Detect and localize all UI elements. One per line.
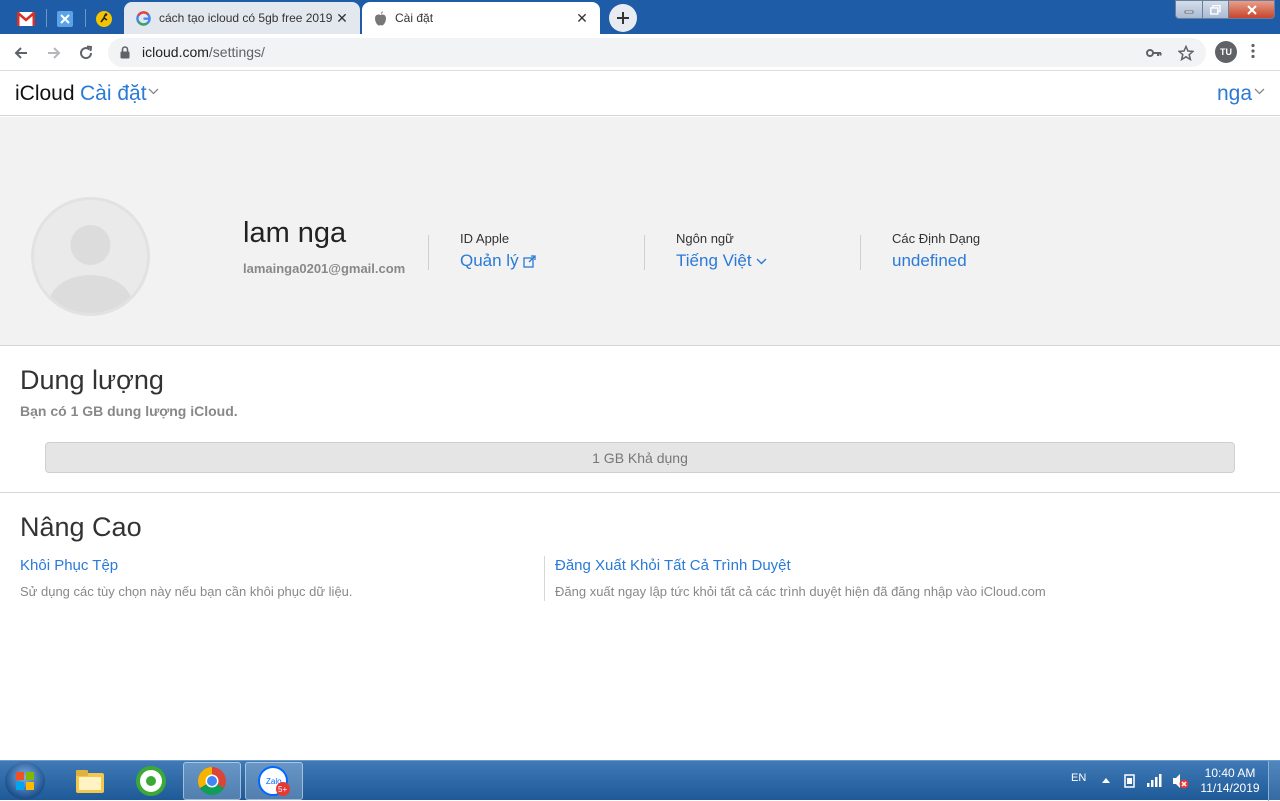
pinned-tab-app[interactable] (84, 3, 124, 34)
user-full-name: lam nga (243, 217, 347, 249)
chevron-down-icon[interactable] (148, 88, 159, 95)
profile-avatar-button[interactable]: TU (1215, 41, 1237, 63)
browser-toolbar: icloud.com/settings/ (0, 34, 1280, 71)
tab-title: cách tạo icloud có 5gb free 2019 (159, 11, 333, 25)
device-icon[interactable] (1123, 773, 1137, 789)
chevron-down-icon[interactable] (1254, 88, 1265, 95)
user-menu[interactable]: nga (1217, 82, 1252, 106)
star-icon (1178, 45, 1194, 61)
storage-available-label: 1 GB Khả dụng (592, 449, 688, 466)
address-bar[interactable]: icloud.com/settings/ (108, 38, 1206, 67)
taskbar-coccoc[interactable] (122, 762, 180, 800)
app-switcher[interactable]: Cài đặt (80, 82, 147, 106)
reload-button[interactable] (73, 40, 99, 66)
icloud-header: iCloud Cài đặt nga (0, 72, 1280, 116)
storage-subtitle: Bạn có 1 GB dung lượng iCloud. (20, 403, 238, 419)
restore-files-link[interactable]: Khôi Phục Tệp (20, 557, 118, 574)
apple-id-block: ID Apple Quản lý (460, 231, 536, 271)
signal-icon[interactable] (1146, 773, 1164, 787)
url-text: icloud.com/settings/ (142, 44, 265, 60)
taskbar-chrome[interactable] (183, 762, 241, 800)
sign-out-all-browsers-link[interactable]: Đăng Xuất Khỏi Tất Cả Trình Duyệt (555, 557, 791, 574)
sign-out-description: Đăng xuất ngay lập tức khỏi tất cả các t… (555, 584, 1046, 599)
apple-id-label: ID Apple (460, 231, 510, 246)
formats-block: Các Định Dạng undefined (892, 231, 980, 271)
reload-icon (80, 45, 93, 60)
formats-label: Các Định Dạng (892, 231, 981, 246)
password-key-button[interactable] (1145, 44, 1163, 62)
minimize-icon (1184, 10, 1194, 13)
system-clock[interactable]: 10:40 AM 11/14/2019 (1196, 766, 1264, 796)
input-language-indicator[interactable]: EN (1071, 772, 1086, 784)
lock-icon (120, 46, 130, 59)
zalo-icon: Zalo5+ (258, 766, 290, 796)
language-block: Ngôn ngữ Tiếng Việt (676, 231, 767, 271)
key-icon (1146, 49, 1162, 57)
formats-select[interactable]: undefined (892, 251, 980, 271)
gmail-icon (17, 11, 35, 26)
folder-icon (76, 770, 104, 793)
restore-icon (1210, 4, 1221, 15)
arrow-left-icon (14, 47, 27, 59)
icloud-logo-text: iCloud (15, 82, 75, 105)
runner-icon (96, 10, 112, 27)
apple-icon (375, 10, 386, 25)
storage-title: Dung lượng (20, 365, 164, 395)
storage-bar: 1 GB Khả dụng (45, 442, 1235, 473)
chevron-down-icon (756, 258, 767, 264)
external-link-icon (522, 254, 536, 268)
browser-tab-strip: cách tạo icloud có 5gb free 2019 ✕ Cài đ… (0, 0, 1280, 34)
pinned-tab-gmail[interactable] (6, 3, 46, 34)
pinned-tab-tools[interactable] (45, 3, 85, 34)
tab-settings[interactable]: Cài đặt ✕ (362, 2, 600, 34)
new-tab-button[interactable] (609, 4, 637, 32)
show-desktop-button[interactable] (1268, 761, 1280, 801)
tab-title: Cài đặt (395, 11, 434, 25)
close-icon[interactable]: ✕ (334, 10, 350, 26)
close-icon (1246, 4, 1257, 15)
svg-text:5+: 5+ (278, 785, 287, 794)
manage-apple-id-link[interactable]: Quản lý (460, 251, 536, 271)
user-email: lamainga0201@gmail.com (243, 261, 406, 276)
maximize-button[interactable] (1202, 0, 1229, 19)
taskbar-zalo[interactable]: Zalo 5+ (245, 762, 303, 800)
more-vertical-icon[interactable] (1250, 43, 1256, 59)
profile-section: lam nga lamainga0201@gmail.com ID Apple … (0, 117, 1280, 346)
advanced-title: Nâng Cao (20, 512, 142, 542)
back-button[interactable] (8, 40, 34, 66)
chrome-icon (198, 767, 226, 795)
arrow-right-icon (48, 47, 61, 59)
tray-expand-icon[interactable] (1102, 777, 1110, 783)
close-window-button[interactable] (1228, 0, 1275, 19)
restore-files-description: Sử dụng các tùy chọn này nếu bạn cần khô… (20, 584, 353, 599)
tab-google-search[interactable]: cách tạo icloud có 5gb free 2019 ✕ (124, 2, 360, 34)
language-select[interactable]: Tiếng Việt (676, 251, 767, 271)
google-icon (136, 10, 151, 26)
plus-icon (617, 12, 629, 24)
coccoc-browser-icon (136, 766, 166, 796)
avatar (31, 197, 150, 316)
tools-icon (57, 10, 73, 27)
start-button[interactable] (5, 762, 45, 800)
windows-taskbar: Zalo 5+ EN 10:40 AM 11/14/2019 (0, 760, 1280, 801)
taskbar-file-explorer[interactable] (61, 762, 119, 800)
windows-logo-icon (16, 772, 34, 790)
close-icon[interactable]: ✕ (574, 10, 590, 26)
user-silhouette-icon (48, 225, 133, 313)
bookmark-button[interactable] (1177, 44, 1195, 62)
volume-muted-icon[interactable] (1171, 773, 1189, 789)
minimize-button[interactable] (1175, 0, 1203, 19)
forward-button[interactable] (41, 40, 67, 66)
language-label: Ngôn ngữ (676, 231, 734, 246)
